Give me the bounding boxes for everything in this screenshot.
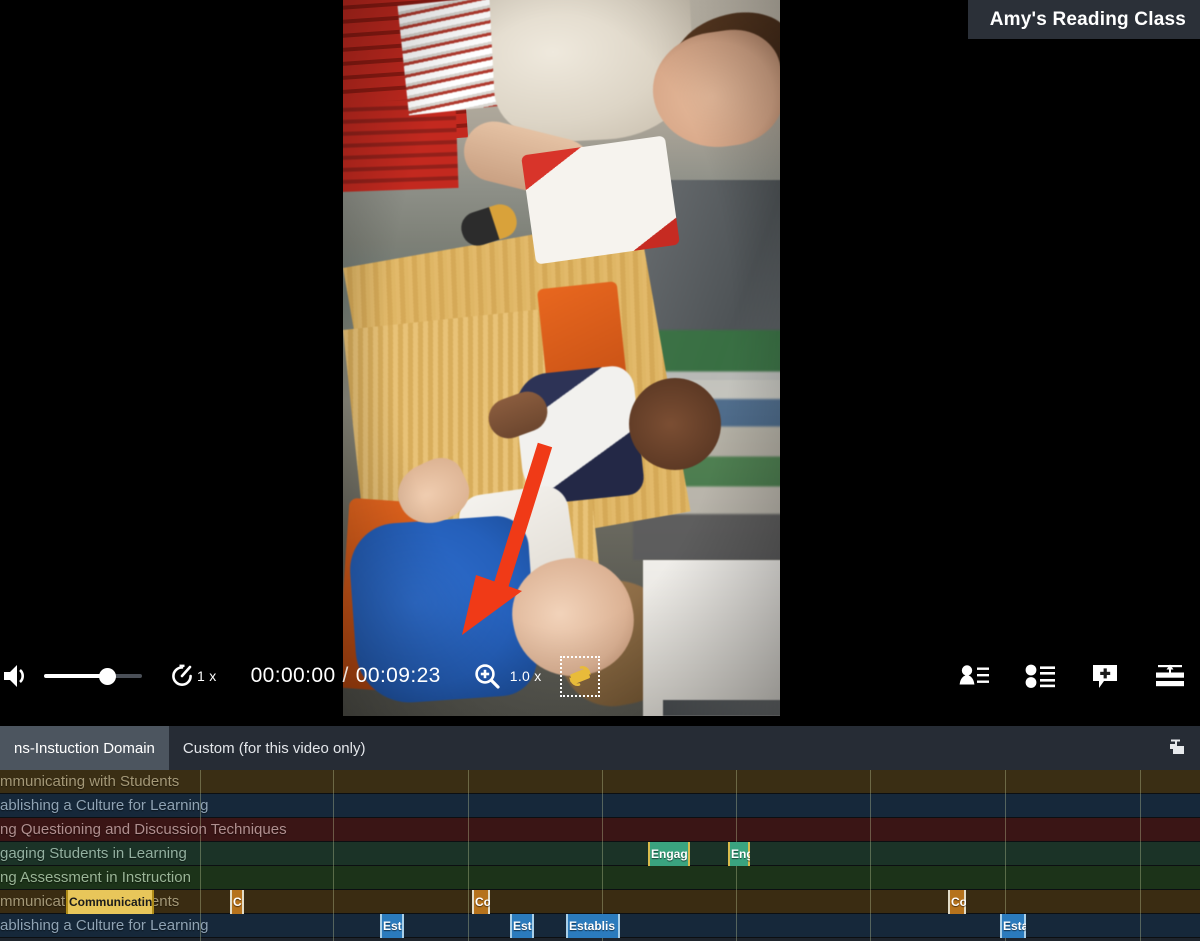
- playback-speed-control[interactable]: 1 x: [168, 662, 217, 690]
- video-player-frame[interactable]: [343, 0, 780, 716]
- timeline-tabbar: ns-Instuction Domain Custom (for this vi…: [0, 726, 1200, 770]
- print-button[interactable]: [1154, 726, 1200, 770]
- volume-track-filled: [44, 674, 106, 678]
- player-controls-right: [958, 645, 1186, 707]
- collapse-rows-icon[interactable]: [1154, 661, 1186, 691]
- tab-instruction-domain[interactable]: ns-Instuction Domain: [0, 726, 169, 770]
- timeline-clip[interactable]: Engag: [648, 842, 690, 866]
- tab-instruction-domain-label: ns-Instuction Domain: [14, 739, 155, 757]
- timeline-track-label: gaging Students in Learning: [0, 845, 187, 862]
- timeline-track-label: ng Questioning and Discussion Techniques: [0, 821, 287, 838]
- classroom-video-frame: [343, 0, 780, 716]
- player-controls-left: 1 x 00:00:00 / 00:09:23 1.0 x: [0, 655, 600, 697]
- segment-list-icon[interactable]: [1024, 661, 1056, 691]
- video-zoom-control[interactable]: 1.0 x: [473, 662, 542, 690]
- class-title-text: Amy's Reading Class: [989, 8, 1186, 30]
- timeline-track-label: ng Assessment in Instruction: [0, 869, 191, 886]
- timeline-clip[interactable]: Esta: [1000, 914, 1026, 938]
- timeline-clip[interactable]: Co: [472, 890, 490, 914]
- print-icon: [1170, 739, 1184, 754]
- timeline-track[interactable]: ng Assessment in Instruction: [0, 866, 1200, 890]
- time-separator: /: [342, 664, 349, 687]
- timeline-clip[interactable]: C: [230, 890, 244, 914]
- tab-custom-video-label: Custom (for this video only): [182, 739, 366, 757]
- tab-custom-video[interactable]: Custom (for this video only): [169, 726, 380, 770]
- timeline-track-label: ablishing a Culture for Learning: [0, 797, 209, 814]
- timeline-clip[interactable]: Est: [380, 914, 404, 938]
- zoom-in-icon[interactable]: [473, 662, 501, 690]
- timeline-track[interactable]: ablishing a Culture for Learning Est Est Es…: [0, 914, 1200, 938]
- current-time: 00:00:00: [250, 664, 336, 687]
- timeline-clip[interactable]: Communicatin: [66, 890, 154, 914]
- timeline-track[interactable]: mmunicating with StudentsCommunicatinCCo…: [0, 890, 1200, 914]
- time-readout: 00:00:00 / 00:09:23: [251, 664, 441, 688]
- class-title: Amy's Reading Class: [967, 0, 1200, 39]
- timeline-panel: ns-Instuction Domain Custom (for this vi…: [0, 726, 1200, 941]
- timeline-track[interactable]: mmunicating with Students: [0, 770, 1200, 794]
- timeline-track-label: mmunicating with Students: [0, 773, 180, 790]
- playback-speed-icon[interactable]: [168, 662, 196, 690]
- timeline-clip[interactable]: Eng: [728, 842, 750, 866]
- timeline-track[interactable]: gaging Students in Learning Engag Eng: [0, 842, 1200, 866]
- participant-list-icon[interactable]: [958, 661, 990, 691]
- timeline-clip[interactable]: Establis: [566, 914, 620, 938]
- video-stage[interactable]: Amy's Reading Class: [0, 0, 1200, 726]
- timeline-track-label: ablishing a Culture for Learning: [0, 917, 209, 934]
- rotate-video-icon: [568, 666, 591, 686]
- playback-speed-label: 1 x: [197, 668, 217, 684]
- volume-icon[interactable]: [2, 661, 32, 691]
- video-analysis-app: Amy's Reading Class 1 x 00:00:00 / 00:09…: [0, 0, 1200, 941]
- volume-slider[interactable]: [44, 661, 142, 691]
- timeline-clip[interactable]: Est: [510, 914, 534, 938]
- timeline-track[interactable]: ng Questioning and Discussion Techniques: [0, 818, 1200, 842]
- player-controls: 1 x 00:00:00 / 00:09:23 1.0 x: [0, 645, 1200, 707]
- add-comment-icon[interactable]: [1090, 661, 1120, 691]
- timeline-track[interactable]: ablishing a Culture for Learning: [0, 794, 1200, 818]
- rotate-video-button[interactable]: [559, 655, 600, 697]
- timeline-tracks[interactable]: mmunicating with Students ablishing a Cul…: [0, 770, 1200, 941]
- tabbar-spacer: [379, 726, 1154, 770]
- volume-slider-handle[interactable]: [99, 668, 116, 685]
- duration: 00:09:23: [355, 664, 441, 687]
- timeline-clip[interactable]: Co: [948, 890, 966, 914]
- zoom-level-label: 1.0 x: [509, 668, 542, 684]
